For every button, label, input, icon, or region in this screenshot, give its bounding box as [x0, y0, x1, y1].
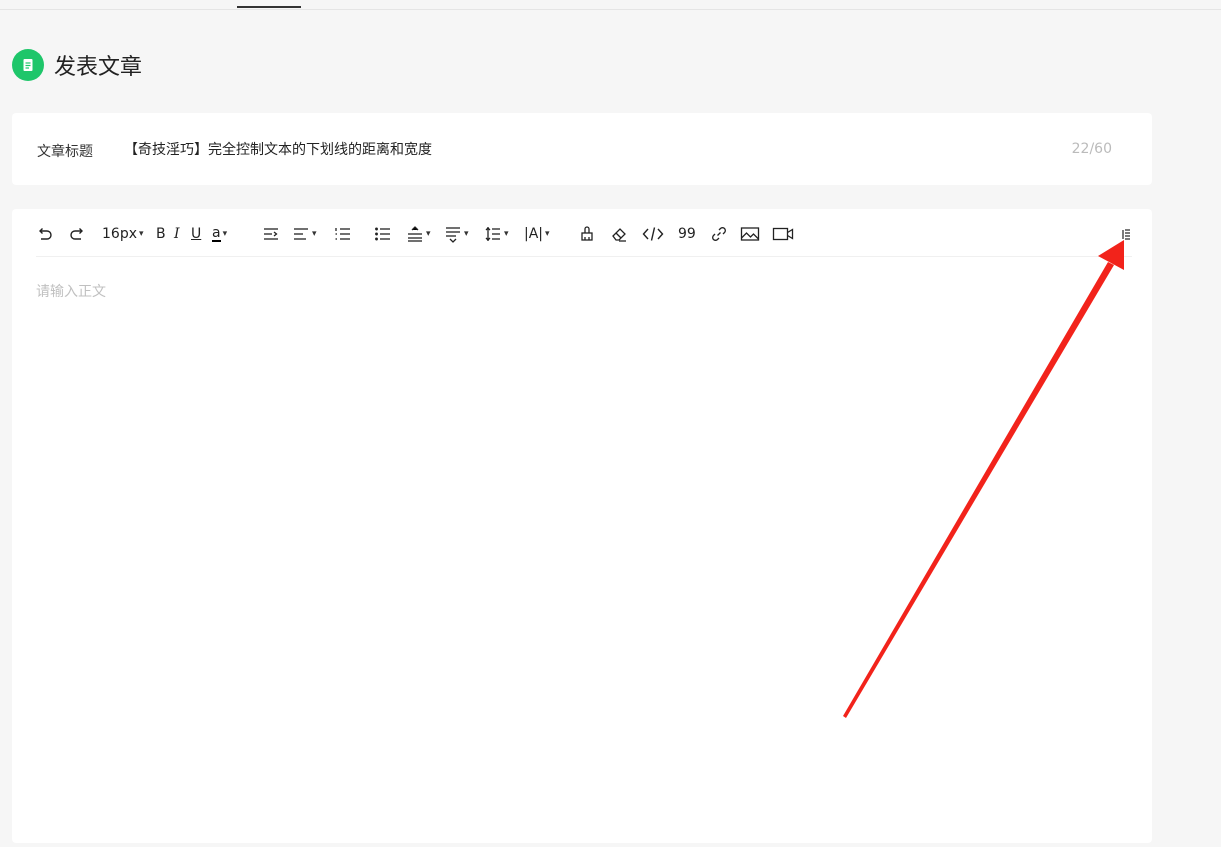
rich-text-editor: 16px ▾ B I U a ▾ ▾ ▾ ▾ ▾ |A| ▾ 99 请输入正文 [12, 209, 1152, 843]
indent-button[interactable] [262, 221, 280, 247]
chevron-down-icon: ▾ [464, 229, 469, 239]
document-icon [12, 49, 44, 81]
eraser-icon [612, 228, 626, 242]
letter-spacing-label: |A| [524, 226, 544, 242]
insert-link-button[interactable] [710, 221, 728, 247]
align-left-icon [294, 228, 308, 240]
font-color-dropdown[interactable]: a ▾ [212, 221, 227, 247]
indent-spacing-dropdown[interactable]: ▾ [484, 221, 509, 247]
line-height-dropdown[interactable]: ▾ [406, 221, 431, 247]
font-size-value: 16px [102, 226, 137, 242]
code-button[interactable] [642, 221, 664, 247]
indent-spacing-icon [485, 227, 500, 241]
italic-button[interactable]: I [174, 221, 180, 247]
text-align-dropdown[interactable]: ▾ [292, 221, 317, 247]
chevron-down-icon: ▾ [545, 229, 550, 239]
active-tab-indicator [237, 6, 301, 8]
chevron-down-icon: ▾ [504, 229, 509, 239]
chevron-down-icon: ▾ [139, 229, 144, 239]
bold-label: B [156, 226, 166, 242]
page-header: 发表文章 [12, 48, 142, 82]
blockquote-button[interactable]: 99 [678, 221, 696, 247]
redo-button[interactable] [68, 221, 86, 247]
undo-button[interactable] [36, 221, 54, 247]
chevron-down-icon: ▾ [426, 229, 431, 239]
code-icon [642, 227, 664, 241]
clear-format-button[interactable] [610, 221, 628, 247]
insert-image-button[interactable] [740, 221, 760, 247]
bullet-list-button[interactable] [374, 221, 392, 247]
underline-button[interactable]: U [191, 221, 201, 247]
chevron-down-icon: ▾ [222, 229, 228, 239]
underline-label: U [191, 226, 202, 242]
letter-spacing-dropdown[interactable]: |A| ▾ [524, 221, 550, 247]
more-options-icon [1122, 229, 1130, 240]
link-icon [712, 227, 726, 241]
redo-icon [70, 228, 83, 240]
editor-content-area[interactable] [36, 269, 1132, 829]
ordered-list-icon [335, 228, 350, 240]
indent-icon [264, 228, 278, 240]
bold-button[interactable]: B [156, 221, 166, 247]
article-title-input[interactable] [124, 135, 1024, 163]
bullet-list-icon [375, 227, 390, 241]
article-title-card: 文章标题 22/60 [12, 113, 1152, 185]
paragraph-spacing-dropdown[interactable]: ▾ [444, 221, 469, 247]
ordered-list-button[interactable] [334, 221, 352, 247]
format-painter-icon [581, 226, 593, 241]
italic-label: I [174, 226, 180, 242]
video-icon [772, 227, 794, 241]
chevron-down-icon: ▾ [312, 229, 317, 239]
top-navigation-bar [0, 0, 1221, 10]
line-height-icon [408, 226, 422, 242]
editor-toolbar: 16px ▾ B I U a ▾ ▾ ▾ ▾ ▾ |A| ▾ 99 [36, 221, 1132, 257]
insert-video-button[interactable] [772, 221, 794, 247]
font-color-label: a [212, 225, 221, 242]
title-char-counter: 22/60 [1071, 141, 1112, 157]
font-size-dropdown[interactable]: 16px ▾ [102, 221, 144, 247]
quote-label: 99 [678, 226, 696, 242]
paragraph-spacing-icon [446, 227, 460, 243]
article-title-label: 文章标题 [37, 144, 93, 160]
format-painter-button[interactable] [578, 221, 596, 247]
page-title: 发表文章 [54, 55, 143, 80]
editor-placeholder: 请输入正文 [36, 284, 106, 300]
toolbar-more-button[interactable] [1120, 221, 1132, 247]
image-icon [740, 227, 760, 241]
undo-icon [39, 228, 52, 240]
